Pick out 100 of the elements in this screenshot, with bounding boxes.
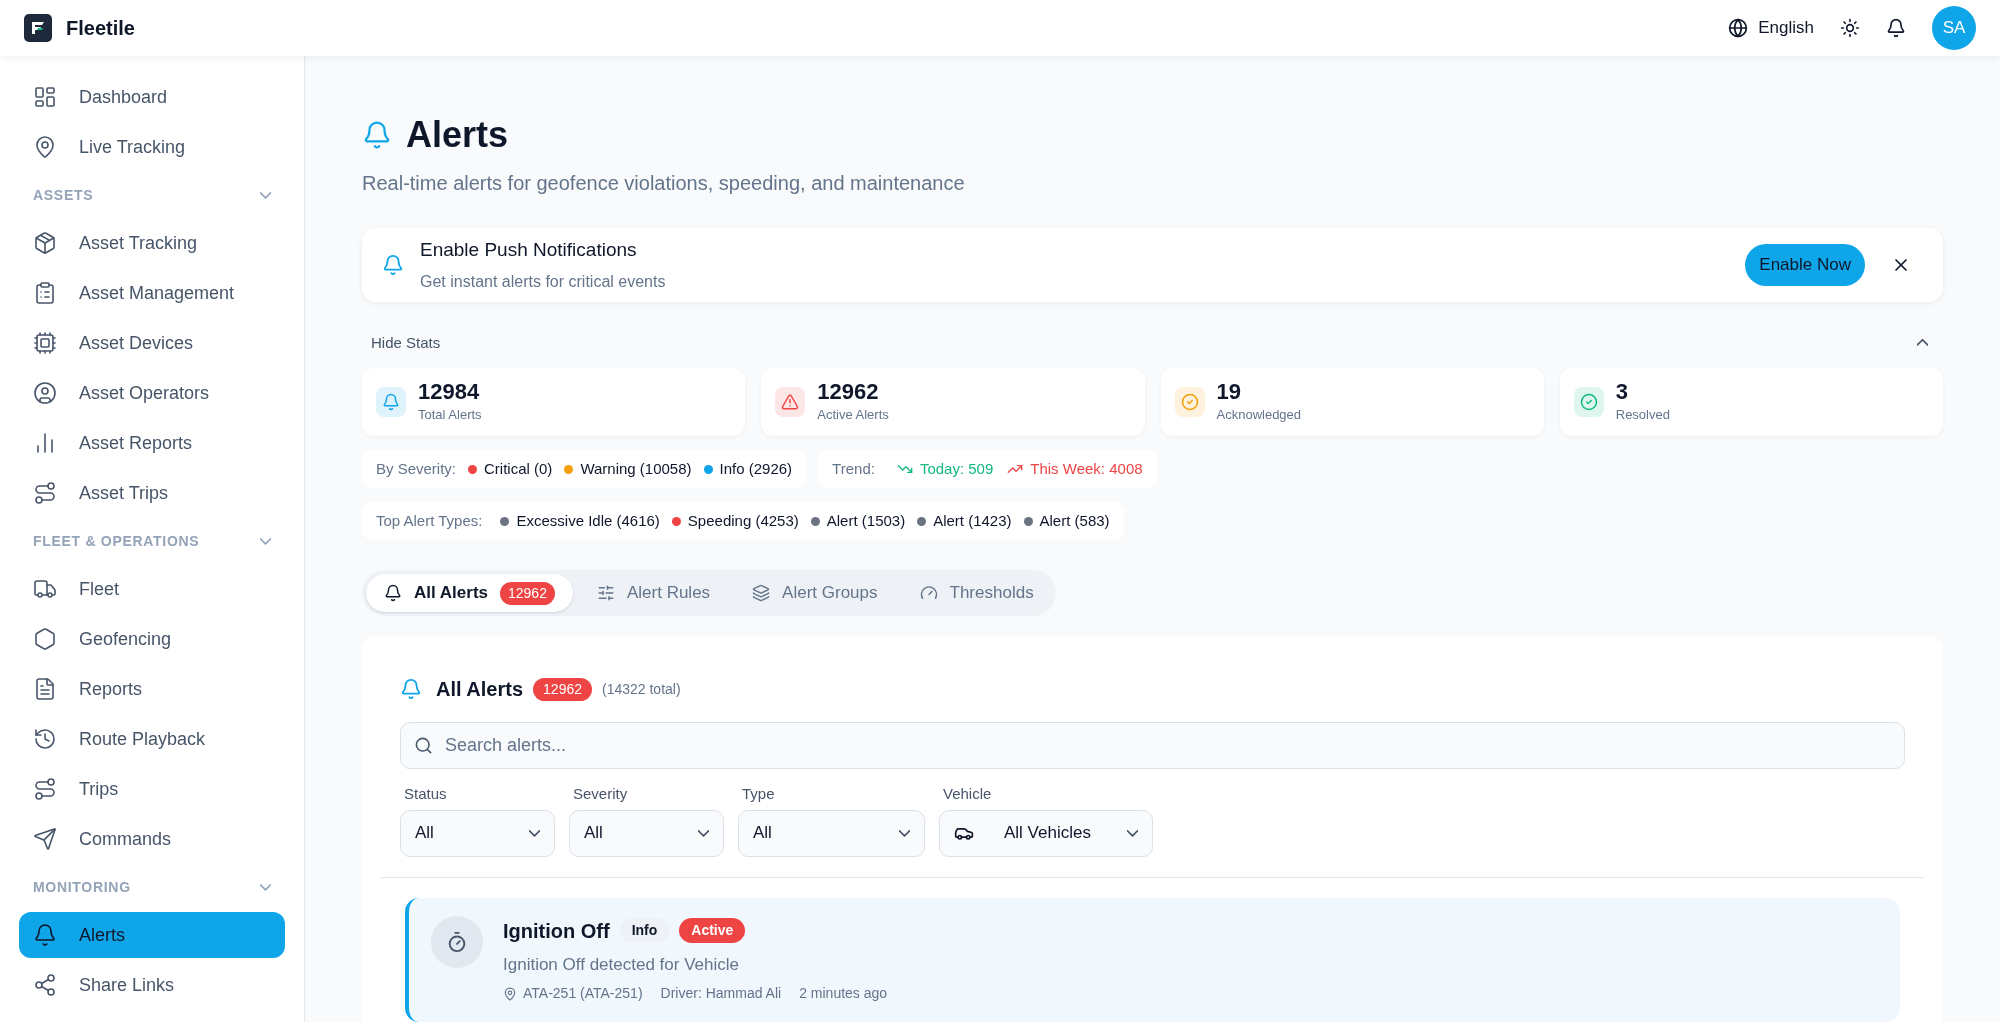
- sidebar-item[interactable]: Asset Trips: [19, 470, 285, 516]
- search-field[interactable]: Search alerts...: [400, 722, 1905, 769]
- filter-label: Severity: [572, 784, 629, 804]
- count-badge: 12962: [500, 581, 555, 605]
- tab[interactable]: Alert Groups: [734, 574, 896, 612]
- banner-text: Get instant alerts for critical events: [420, 272, 666, 292]
- alert-type-count: Alert (1503): [826, 510, 906, 531]
- sidebar-item[interactable]: Live Tracking: [19, 124, 285, 170]
- notifications-icon[interactable]: [1886, 18, 1906, 38]
- tab[interactable]: Alert Rules: [578, 574, 729, 612]
- sidebar-item[interactable]: Commands: [19, 816, 285, 862]
- stat-value: 12962: [817, 379, 880, 406]
- search-icon: [414, 736, 433, 755]
- bell-icon: [384, 584, 402, 602]
- chip-icon: [33, 331, 57, 355]
- user-circle-icon: [33, 381, 57, 405]
- severity-badge: Info: [619, 918, 670, 943]
- bell-icon: [362, 120, 392, 150]
- history-icon: [33, 727, 57, 751]
- stat-label: Active Alerts: [817, 406, 889, 425]
- sidebar-item[interactable]: Reports: [19, 666, 285, 712]
- route-icon: [33, 481, 57, 505]
- theme-icon[interactable]: [1840, 18, 1860, 38]
- sidebar-item[interactable]: Asset Reports: [19, 420, 285, 466]
- chevron-down-icon: [899, 829, 910, 837]
- sidebar-item[interactable]: Route Playback: [19, 716, 285, 762]
- hexagon-icon: [33, 627, 57, 651]
- brand-name: Fleetile: [66, 16, 135, 41]
- page-subtitle: Real-time alerts for geofence violations, speeding, and maintenance: [362, 171, 966, 196]
- language-button[interactable]: English: [1728, 15, 1814, 41]
- stat-label: Resolved: [1615, 406, 1670, 425]
- filter-select[interactable]: All: [738, 809, 925, 857]
- alert-location: ATA-251 (ATA-251): [523, 984, 643, 1003]
- chevron-up-icon: [1917, 339, 1928, 347]
- alert-title: Ignition Off: [503, 918, 610, 944]
- severity-label: By Severity:: [376, 458, 457, 479]
- route-icon: [33, 777, 57, 801]
- filter-label: Type: [741, 784, 776, 804]
- panel-title: All Alerts: [436, 677, 524, 702]
- sidebar-item[interactable]: Asset Tracking: [19, 220, 285, 266]
- severity-count: Warning (10058): [580, 458, 692, 479]
- clipboard-icon: [33, 281, 57, 305]
- severity-count: Info (2926): [719, 458, 793, 479]
- alert-type-count: Alert (583): [1039, 510, 1110, 531]
- box-icon: [33, 231, 57, 255]
- chevron-down-icon: [260, 191, 271, 199]
- chevron-down-icon: [260, 537, 271, 545]
- sidebar-item[interactable]: Alerts: [19, 912, 285, 958]
- alert-driver: Driver: Hammad Ali: [660, 984, 782, 1003]
- alert-description: Ignition Off detected for Vehicle: [503, 953, 740, 976]
- sidebar-item[interactable]: Asset Management: [19, 270, 285, 316]
- sidebar-item[interactable]: Asset Operators: [19, 370, 285, 416]
- filter-label: Vehicle: [942, 784, 993, 804]
- sidebar-item[interactable]: Dashboard: [19, 74, 285, 120]
- send-icon: [33, 827, 57, 851]
- stat-label: Acknowledged: [1216, 406, 1302, 425]
- chevron-down-icon: [529, 829, 540, 837]
- trend-label: Trend:: [832, 458, 875, 479]
- count-badge: 12962: [533, 677, 592, 701]
- share-icon: [33, 973, 57, 997]
- page-title: Alerts: [406, 113, 509, 157]
- sidebar-item[interactable]: Share Links: [19, 962, 285, 1008]
- banner-title: Enable Push Notifications: [420, 237, 638, 262]
- gauge-icon: [919, 584, 938, 602]
- sidebar-item[interactable]: Geofencing: [19, 616, 285, 662]
- sidebar-item[interactable]: Asset Devices: [19, 320, 285, 366]
- alert-item[interactable]: Ignition Off Info Active Ignition Off detected for Vehicle ATA-251 (ATA-251) Driver: Hammad Ali 2 minutes ago: [405, 897, 1900, 1022]
- sidebar-item[interactable]: Fleet: [19, 566, 285, 612]
- stat-value: 12984: [418, 379, 481, 406]
- alert-type-count: Alert (1423): [933, 510, 1012, 531]
- alert-time: 2 minutes ago: [799, 984, 888, 1003]
- stat-value: 19: [1216, 379, 1242, 406]
- hide-stats-toggle[interactable]: Hide Stats: [362, 331, 1943, 354]
- chevron-down-icon: [1127, 829, 1138, 837]
- status-badge: Active: [679, 918, 746, 943]
- filter-select[interactable]: All: [569, 809, 724, 857]
- stat-value: 3: [1615, 379, 1629, 406]
- filter-select[interactable]: All: [400, 809, 555, 857]
- bell-icon: [382, 253, 404, 276]
- sidebar-item[interactable]: Trips: [19, 766, 285, 812]
- bell-icon: [33, 923, 57, 947]
- bell-icon: [400, 678, 422, 700]
- document-icon: [33, 677, 57, 701]
- dashboard-icon: [33, 85, 57, 109]
- filter-label: Status: [403, 784, 448, 804]
- chevron-down-icon: [260, 883, 271, 891]
- chevron-down-icon: [698, 829, 709, 837]
- truck-icon: [33, 577, 57, 601]
- filter-select[interactable]: All Vehicles: [939, 809, 1153, 857]
- alert-type-count: Speeding (4253): [687, 510, 799, 531]
- sliders-icon: [596, 584, 615, 602]
- trend-value: This Week: 4008: [1030, 458, 1143, 479]
- severity-count: Critical (0): [484, 458, 553, 479]
- tab[interactable]: All Alerts 12962: [366, 574, 573, 612]
- total-count: (14322 total): [602, 679, 681, 699]
- alert-types-label: Top Alert Types:: [376, 510, 483, 531]
- trend-value: Today: 509: [919, 458, 994, 479]
- tab[interactable]: Thresholds: [901, 574, 1052, 612]
- alert-type-count: Excessive Idle (4616): [516, 510, 660, 531]
- enable-now-button[interactable]: Enable Now: [1745, 243, 1865, 286]
